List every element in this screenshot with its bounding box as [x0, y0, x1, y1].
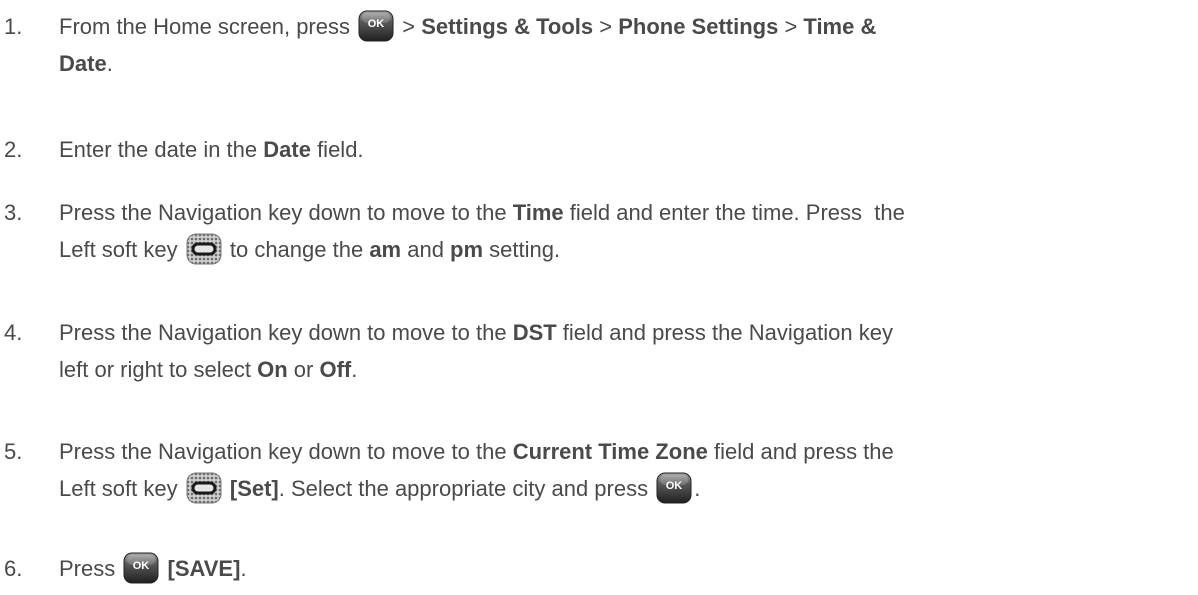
step-text: field and press the Navigation key [556, 320, 893, 345]
step-text: field and press the [707, 439, 894, 464]
menu-phone-settings: Phone Settings [618, 14, 779, 39]
step-1: 1. From the Home screen, press OK > Sett… [0, 8, 1180, 82]
step-text: and [401, 237, 451, 262]
ok-key-icon: OK [358, 10, 394, 42]
left-soft-key-icon [186, 472, 222, 504]
softkey-save-label: [SAVE] [167, 556, 241, 581]
menu-time-date: Time & [803, 14, 877, 39]
step-text: Press [59, 556, 116, 581]
setting-am: am [369, 237, 402, 262]
ok-key-label: OK [666, 480, 683, 492]
step-number: 1. [4, 14, 23, 39]
step-text: From the Home screen, press [59, 14, 350, 39]
step-text: left or right to select [59, 357, 258, 382]
step-text: or [287, 357, 320, 382]
option-off: Off [319, 357, 352, 382]
step-2: 2. Enter the date in the Date field. [0, 131, 1180, 168]
period: . [694, 476, 701, 501]
menu-settings-tools: Settings & Tools [421, 14, 594, 39]
left-soft-key-icon [186, 233, 222, 265]
ok-key-icon: OK [656, 472, 692, 504]
softkey-set-label: [Set] [229, 476, 279, 501]
separator: > [593, 14, 619, 39]
instruction-list: 1. From the Home screen, press OK > Sett… [0, 0, 1198, 595]
step-text: Left soft key [59, 237, 178, 262]
step-text: to change the [223, 237, 370, 262]
ok-key-icon: OK [123, 552, 159, 584]
step-text: Press the Navigation key down to move to… [59, 200, 513, 225]
period: . [240, 556, 247, 581]
field-date: Date [263, 137, 311, 162]
step-text: Press the Navigation key down to move to… [59, 439, 513, 464]
setting-pm: pm [450, 237, 484, 262]
step-6: 6. Press OK [SAVE]. [0, 550, 1180, 587]
option-on: On [257, 357, 288, 382]
ok-key-label: OK [133, 560, 150, 572]
step-3: 3. Press the Navigation key down to move… [0, 194, 1180, 268]
step-5: 5. Press the Navigation key down to move… [0, 433, 1180, 507]
step-number: 5. [4, 439, 23, 464]
separator: > [396, 14, 422, 39]
field-dst: DST [512, 320, 557, 345]
period: . [106, 51, 113, 76]
step-number: 4. [4, 320, 23, 345]
step-number: 2. [4, 137, 23, 162]
step-number: 6. [4, 556, 23, 581]
step-text: setting. [483, 237, 561, 262]
step-text: . Select the appropriate city and press [278, 476, 649, 501]
step-text: Press the Navigation key down to move to… [59, 320, 513, 345]
field-time: Time [512, 200, 564, 225]
menu-time-date-cont: Date [59, 51, 107, 76]
step-4: 4. Press the Navigation key down to move… [0, 314, 1180, 388]
period: . [351, 357, 358, 382]
step-text: field. [310, 137, 364, 162]
field-current-time-zone: Current Time Zone [512, 439, 708, 464]
separator: > [778, 14, 804, 39]
step-text: field and enter the time. Press the [563, 200, 905, 225]
step-text: Left soft key [59, 476, 178, 501]
step-text: Enter the date in the [59, 137, 264, 162]
step-number: 3. [4, 200, 23, 225]
ok-key-label: OK [368, 18, 385, 30]
